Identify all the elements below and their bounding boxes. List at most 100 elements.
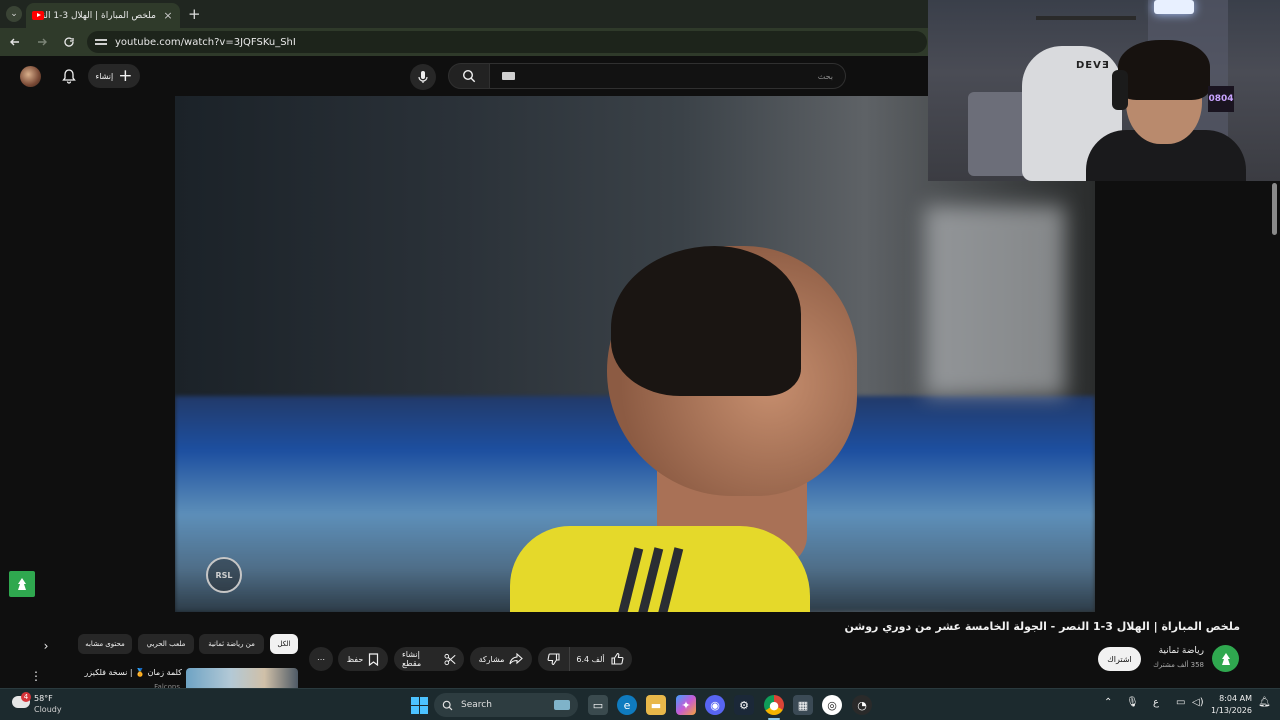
clip-label: إنشاء مقطع <box>402 650 422 668</box>
video-frame-light <box>925 206 1065 396</box>
microphone-tray-icon[interactable]: 🎙︎ <box>1126 697 1139 708</box>
webcam-clock: 08 04 <box>1208 86 1234 112</box>
plus-icon: + <box>118 65 133 86</box>
site-info-icon[interactable] <box>95 37 107 47</box>
save-button[interactable]: حفظ <box>338 647 388 671</box>
copilot-icon[interactable]: ✦ <box>676 695 696 715</box>
create-label: إنشاء <box>95 71 114 81</box>
taskbar-search-label: Search <box>461 700 492 710</box>
webcam-person-hair <box>1118 40 1210 100</box>
save-label: حفظ <box>346 654 364 664</box>
dislike-button[interactable] <box>538 647 570 671</box>
obs-studio-icon[interactable]: ◎ <box>822 695 842 715</box>
taskbar-date[interactable]: 1/13/2026 <box>1208 706 1252 715</box>
video-frame-player-hair <box>611 246 801 396</box>
taskbar-time[interactable]: 8:04 AM <box>1208 694 1252 703</box>
new-tab-button[interactable]: + <box>188 5 201 23</box>
forward-button[interactable] <box>30 30 54 54</box>
url-text[interactable]: youtube.com/watch?v=3JQFSKu_ShI <box>115 37 296 48</box>
channel-avatar[interactable] <box>1212 645 1239 672</box>
chip-all[interactable]: الكل <box>270 634 298 654</box>
webcam-overlay: DEVƎ 08 04 <box>928 0 1280 181</box>
back-button[interactable] <box>3 30 27 54</box>
search-input[interactable]: بحث <box>490 63 846 89</box>
windows-taskbar: 4 58°F Cloudy Search ▭ e ▬ ✦ ◉ ⚙ ● ▦ ◎ ◔… <box>0 688 1280 720</box>
search-icon <box>462 69 476 83</box>
weather-badge: 4 <box>21 692 31 702</box>
channel-card-icon[interactable] <box>9 571 35 597</box>
navigation-bar: youtube.com/watch?v=3JQFSKu_ShI <box>0 28 928 56</box>
flame-icon <box>1221 652 1230 665</box>
youtube-favicon-icon <box>32 11 44 20</box>
like-button[interactable]: 6.4 ألف <box>568 647 632 671</box>
microsoft-store-icon[interactable]: ▦ <box>793 695 813 715</box>
headset-icon <box>1112 70 1128 110</box>
start-button[interactable] <box>409 695 429 715</box>
voice-search-button[interactable] <box>410 64 436 90</box>
taskbar-search[interactable]: Search <box>434 693 578 717</box>
search-button[interactable] <box>448 63 490 89</box>
create-button[interactable]: إنشاء + <box>88 64 140 88</box>
browser-tab[interactable]: ملخص المباراة | الهلال 3-1 النصر × <box>26 3 180 28</box>
chevron-right-icon[interactable]: › <box>36 636 56 656</box>
steam-icon[interactable]: ⚙ <box>734 695 754 715</box>
share-button[interactable]: مشاركة <box>470 647 532 671</box>
thumbs-up-icon <box>611 652 624 665</box>
clock-hours: 08 <box>1208 93 1221 104</box>
recommended-video-menu-icon[interactable]: ⋮ <box>30 668 42 684</box>
file-explorer-icon[interactable]: ▬ <box>646 695 666 715</box>
notification-bell-icon[interactable]: 🔔︎ <box>1258 697 1271 708</box>
thumbs-down-icon <box>547 653 560 666</box>
edge-browser-icon[interactable]: e <box>617 695 637 715</box>
chrome-browser-icon[interactable]: ● <box>764 695 784 715</box>
share-icon <box>509 653 524 665</box>
more-actions-button[interactable]: ⋯ <box>309 647 333 671</box>
discord-icon[interactable]: ◉ <box>705 695 725 715</box>
chip-venue[interactable]: ملعب الحربي <box>138 634 194 654</box>
volume-icon[interactable]: ◁) <box>1192 697 1204 708</box>
recommended-video-title[interactable]: كلمة زمان 🏅 | نسخة فلكيزر <box>46 668 182 677</box>
microphone-icon <box>418 71 428 83</box>
webcam-shelf <box>1036 16 1136 20</box>
subscribe-button[interactable]: اشتراك <box>1098 647 1141 671</box>
search-placeholder: بحث <box>817 71 833 81</box>
browser-chrome: ⌄ ملخص المباراة | الهلال 3-1 النصر × + y… <box>0 0 928 56</box>
recording-app-icon[interactable]: ◔ <box>852 695 872 715</box>
network-icon[interactable]: ▭ <box>1176 697 1185 708</box>
tab-title: ملخص المباراة | الهلال 3-1 النصر <box>44 10 156 21</box>
reload-icon <box>64 37 74 47</box>
tab-strip: ⌄ ملخص المباراة | الهلال 3-1 النصر × + <box>0 0 928 28</box>
weather-temperature[interactable]: 58°F <box>34 694 53 703</box>
chip-related[interactable]: محتوى مشابه <box>78 634 132 654</box>
address-bar[interactable]: youtube.com/watch?v=3JQFSKu_ShI <box>87 31 927 53</box>
chip-from-channel[interactable]: من رياضة ثمانية <box>199 634 264 654</box>
search-icon <box>442 700 453 710</box>
flame-icon <box>18 578 26 590</box>
keyboard-language-indicator[interactable]: ع <box>1153 697 1159 708</box>
chair-brand-text: DEVƎ <box>1076 60 1110 71</box>
chevron-up-icon[interactable]: ⌃ <box>1104 697 1112 708</box>
account-avatar[interactable] <box>20 66 41 87</box>
bookmark-icon <box>369 652 379 666</box>
notifications-bell-icon[interactable] <box>61 68 77 84</box>
tab-close-icon[interactable]: × <box>162 9 174 22</box>
search-highlight-icon <box>554 700 570 710</box>
keyboard-icon[interactable] <box>502 72 515 80</box>
clip-button[interactable]: إنشاء مقطع <box>394 647 464 671</box>
forward-arrow-icon <box>38 38 47 46</box>
weather-condition[interactable]: Cloudy <box>34 705 62 714</box>
scissors-icon <box>444 653 456 665</box>
webcam-neon-sign <box>1154 0 1194 14</box>
clock-minutes: 04 <box>1221 93 1234 104</box>
task-view-icon[interactable]: ▭ <box>588 695 608 715</box>
recommended-video-thumbnail[interactable] <box>186 668 298 688</box>
back-arrow-icon <box>10 38 19 46</box>
page-scrollbar[interactable] <box>1272 183 1277 235</box>
reload-button[interactable] <box>57 30 81 54</box>
video-title: ملخص المباراة | الهلال 3-1 النصر - الجول… <box>844 620 1241 633</box>
like-count: 6.4 ألف <box>576 654 605 664</box>
secondary-panel <box>1095 181 1270 612</box>
video-frame-player-shirt <box>510 526 810 612</box>
tab-search-button[interactable]: ⌄ <box>6 6 22 22</box>
windows-logo-icon <box>410 696 428 714</box>
